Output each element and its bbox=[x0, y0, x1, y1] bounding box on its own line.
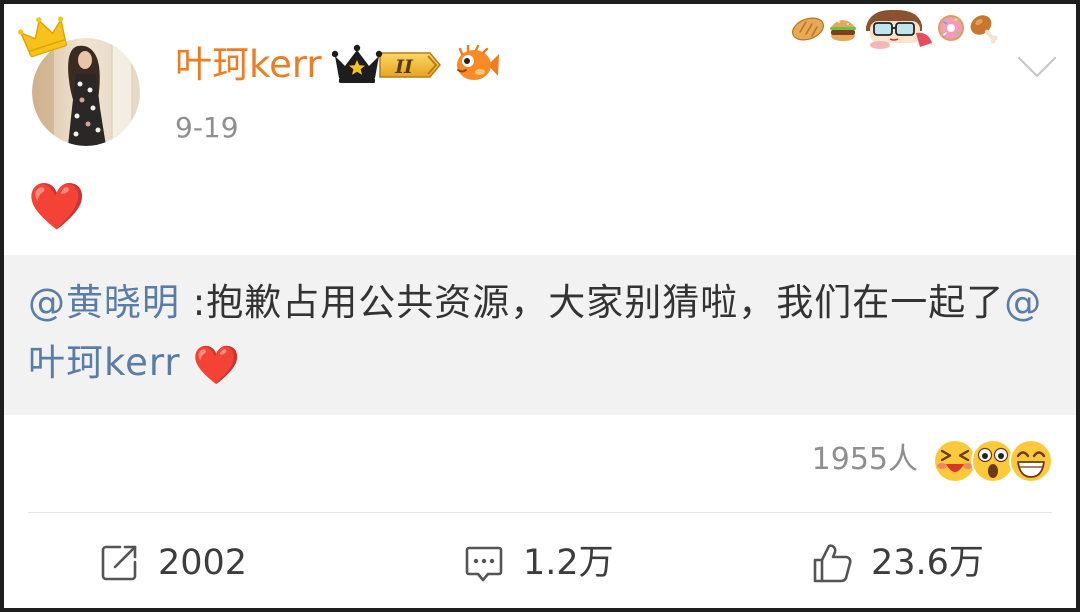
mention-huangxiaoming[interactable]: @黄晓明 bbox=[28, 281, 180, 324]
grinning-face-emoji bbox=[1009, 439, 1053, 483]
like-button[interactable]: 23.6万 bbox=[811, 540, 984, 586]
repost-count: 2002 bbox=[158, 543, 248, 583]
chevron-down-icon[interactable] bbox=[1016, 54, 1058, 80]
chicken-leg-sticker bbox=[970, 15, 998, 44]
weibo-post-card: 叶珂kerr II 9-19 ❤️ @黄晓明:抱歉占用公共资源，大家别猜啦，我… bbox=[0, 0, 1080, 612]
donut-sticker bbox=[938, 15, 964, 41]
like-count: 23.6万 bbox=[871, 543, 984, 583]
burger-sticker bbox=[830, 19, 856, 41]
comment-count: 1.2万 bbox=[523, 543, 614, 583]
card-decoration bbox=[790, 6, 1000, 50]
comment-icon bbox=[465, 546, 503, 582]
reaction-count[interactable]: 1955人 bbox=[812, 441, 918, 479]
repost-heart: ❤️ bbox=[192, 342, 241, 387]
repost-body: :抱歉占用公共资源，大家别猜啦，我们在一起了 bbox=[180, 281, 1005, 324]
username[interactable]: 叶珂kerr bbox=[175, 42, 322, 88]
repost-card[interactable]: @黄晓明 :抱歉占用公共资源，大家别猜啦，我们在一起了@叶珂kerr ❤️ bbox=[4, 255, 1076, 415]
divider bbox=[28, 512, 1052, 513]
post-content-heart: ❤️ bbox=[28, 179, 86, 233]
vip-crown-badge-icon[interactable]: II bbox=[331, 44, 444, 86]
author-row: 叶珂kerr II bbox=[175, 42, 500, 88]
comment-button[interactable]: 1.2万 bbox=[463, 540, 614, 586]
vip-level-label: II bbox=[394, 56, 414, 78]
reaction-emojis[interactable] bbox=[932, 438, 1056, 484]
share-icon bbox=[101, 545, 137, 581]
fish-icon[interactable] bbox=[454, 45, 500, 85]
repost-button[interactable]: 2002 bbox=[98, 540, 247, 586]
cartoon-girl-sticker bbox=[866, 9, 932, 49]
bread-sticker bbox=[791, 17, 825, 41]
post-date: 9-19 bbox=[175, 111, 239, 144]
thumbs-up-icon bbox=[813, 544, 852, 583]
repost-text: @黄晓明 :抱歉占用公共资源，大家别猜啦，我们在一起了@叶珂kerr ❤️ bbox=[28, 273, 1060, 393]
